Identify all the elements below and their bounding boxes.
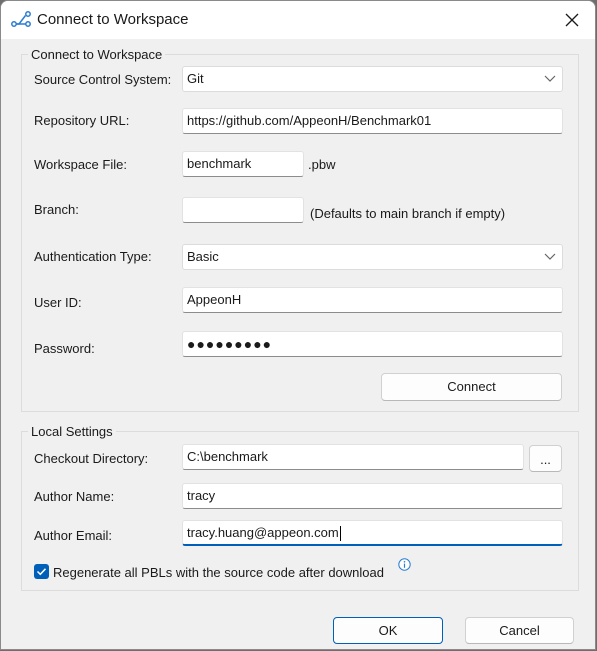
branch-input[interactable] — [182, 197, 304, 223]
local-settings-label: Local Settings — [28, 424, 116, 439]
checkout-dir-label: Checkout Directory: — [34, 451, 149, 466]
author-email-label: Author Email: — [34, 528, 113, 543]
close-icon — [565, 13, 579, 27]
source-control-select[interactable]: Git — [182, 66, 563, 92]
source-control-label: Source Control System: — [34, 72, 172, 87]
auth-type-label: Authentication Type: — [34, 249, 152, 264]
branch-hint: (Defaults to main branch if empty) — [310, 206, 506, 221]
author-email-value: tracy.huang@appeon.com — [187, 525, 339, 540]
regenerate-label[interactable]: Regenerate all PBLs with the source code… — [53, 565, 384, 580]
user-id-label: User ID: — [34, 295, 82, 310]
regenerate-checkbox[interactable] — [34, 564, 49, 579]
workspace-file-input[interactable]: benchmark — [182, 151, 304, 177]
password-label: Password: — [34, 341, 95, 356]
text-caret — [339, 526, 341, 542]
author-name-label: Author Name: — [34, 489, 115, 504]
repository-url-input[interactable]: https://github.com/AppeonH/Benchmark01 — [182, 108, 563, 134]
chevron-down-icon — [544, 75, 556, 82]
title-bar: Connect to Workspace — [1, 1, 595, 39]
author-email-input[interactable]: tracy.huang@appeon.com — [182, 520, 563, 546]
branch-label: Branch: — [34, 202, 79, 217]
workspace-file-label: Workspace File: — [34, 157, 127, 172]
source-control-value: Git — [187, 71, 204, 86]
chevron-down-icon — [544, 253, 556, 260]
password-input[interactable]: ●●●●●●●●● — [182, 331, 563, 357]
close-button[interactable] — [549, 1, 595, 39]
checkout-dir-input[interactable]: C:\benchmark — [182, 444, 524, 470]
dialog-title: Connect to Workspace — [37, 11, 189, 28]
auth-type-value: Basic — [187, 249, 219, 264]
auth-type-select[interactable]: Basic — [182, 244, 563, 270]
connect-button[interactable]: Connect — [381, 373, 562, 401]
cancel-button[interactable]: Cancel — [465, 617, 574, 644]
connect-group-label: Connect to Workspace — [28, 47, 166, 62]
source-control-branch-icon — [11, 11, 31, 27]
browse-button[interactable]: ... — [529, 445, 562, 472]
checkmark-icon — [36, 568, 47, 576]
workspace-file-suffix: .pbw — [308, 157, 336, 172]
author-name-input[interactable]: tracy — [182, 483, 563, 509]
ok-button[interactable]: OK — [333, 617, 443, 644]
repository-url-label: Repository URL: — [34, 113, 130, 128]
info-icon[interactable] — [398, 558, 411, 571]
user-id-input[interactable]: AppeonH — [182, 287, 563, 313]
connect-dialog: Connect to Workspace Connect to Workspac… — [0, 0, 596, 650]
